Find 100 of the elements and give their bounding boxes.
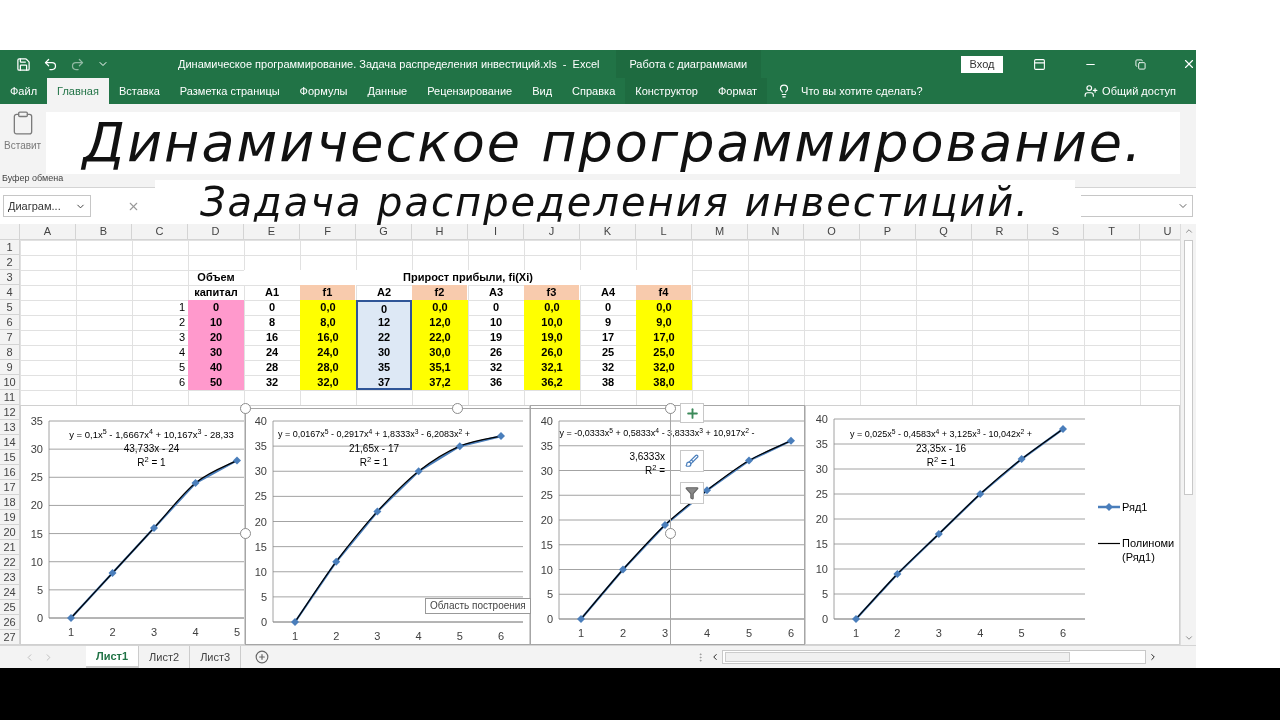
column-header[interactable]: F <box>300 224 356 240</box>
column-header[interactable]: K <box>580 224 636 240</box>
undo-icon[interactable] <box>43 56 58 72</box>
table-cell-text: 6 <box>177 375 186 390</box>
row-header[interactable]: 6 <box>0 315 20 330</box>
selection-handle[interactable] <box>452 403 463 414</box>
column-header[interactable]: Q <box>916 224 972 240</box>
sheet-tab[interactable]: Лист1 <box>86 646 140 668</box>
row-header[interactable]: 18 <box>0 495 20 510</box>
column-header[interactable]: G <box>356 224 412 240</box>
selection-handle[interactable] <box>240 403 251 414</box>
selection-handle[interactable] <box>665 528 676 539</box>
row-header[interactable]: 8 <box>0 345 20 360</box>
ribbon-tab[interactable]: Рецензирование <box>417 78 523 104</box>
column-header[interactable]: S <box>1028 224 1084 240</box>
chart[interactable]: 0 5 10 15 20 25 30 35 40 1 2 3 4 5 6 y = 0,025x$^{5}$ - 0,4583x$^{4}$ + 3,125x$^{3}$ - 10,042x$^{2}$ + 23,35x - 16 R$^{2}$ = 1 Ряд1 Полиноми (Ряд1) <box>805 405 1180 645</box>
ribbon-tab[interactable]: Конструктор <box>625 78 708 104</box>
column-header[interactable]: N <box>748 224 804 240</box>
column-header[interactable]: T <box>1084 224 1140 240</box>
ribbon-tab[interactable]: Справка <box>562 78 626 104</box>
save-icon[interactable] <box>16 56 31 72</box>
chart-style-button[interactable] <box>680 450 704 472</box>
ribbon-tab[interactable]: Разметка страницы <box>169 78 290 104</box>
chart[interactable]: 0 5 10 15 20 25 30 35 40 1 2 3 4 5 6 y = -0,0333x$^{5}$ + 0,5833x$^{4}$ - 3,8333x$^{3}$ + 10,917x$^{2}$ - 3,6333x R$^{2}$ = <box>530 405 805 645</box>
column-header[interactable]: R <box>972 224 1028 240</box>
ribbon-display-icon[interactable] <box>1033 57 1046 71</box>
ribbon-tab[interactable]: Формат <box>707 78 768 104</box>
scroll-thumb[interactable] <box>725 652 1071 662</box>
ribbon-tab[interactable]: Вставка <box>108 78 170 104</box>
tell-me-field[interactable]: Что вы хотите сделать? <box>801 82 923 100</box>
row-header[interactable]: 25 <box>0 600 20 615</box>
ribbon-tab[interactable]: Вид <box>522 78 563 104</box>
formula-field[interactable] <box>1081 195 1193 217</box>
row-header[interactable]: 7 <box>0 330 20 345</box>
axis-label: 25 <box>254 490 267 503</box>
row-header[interactable]: 4 <box>0 285 20 300</box>
scroll-up-icon[interactable] <box>1183 226 1194 236</box>
row-header[interactable]: 23 <box>0 570 20 585</box>
axis-label: 35 <box>815 438 828 450</box>
row-header[interactable]: 21 <box>0 540 20 555</box>
row-header[interactable]: 24 <box>0 585 20 600</box>
row-header[interactable]: 9 <box>0 360 20 375</box>
row-header[interactable]: 15 <box>0 450 20 465</box>
scroll-thumb[interactable] <box>1184 240 1193 495</box>
column-header[interactable]: J <box>524 224 580 240</box>
column-header[interactable]: D <box>188 224 244 240</box>
row-header[interactable]: 3 <box>0 270 20 285</box>
row-header[interactable]: 17 <box>0 480 20 495</box>
row-header[interactable]: 10 <box>0 375 20 390</box>
table-cell: f1 <box>300 285 356 300</box>
row-header[interactable]: 13 <box>0 420 20 435</box>
table-cell: 38,0 <box>636 375 692 390</box>
row-header[interactable]: 14 <box>0 435 20 450</box>
row-header[interactable]: 27 <box>0 630 20 645</box>
restore-icon[interactable] <box>1135 58 1146 70</box>
name-box[interactable]: Диаграм... <box>3 195 91 217</box>
r-squared: R$^{2}$ = 1 <box>359 456 389 470</box>
chart[interactable]: 0 5 10 15 20 25 30 35 1 2 3 4 5 y = 0,1x$^{5}$ - 1,6667x$^{4}$ + 10,167x$^{3}$ - 28,33 43,733x - 24 R$^{2}$ = 1 <box>20 405 245 645</box>
column-header[interactable]: O <box>804 224 860 240</box>
selection-handle[interactable] <box>665 403 676 414</box>
table-cell: 26,0 <box>524 345 580 360</box>
add-element-button[interactable] <box>680 403 704 423</box>
add-sheet-icon[interactable] <box>255 650 270 664</box>
row-header[interactable]: 11 <box>0 390 20 405</box>
column-header[interactable]: H <box>412 224 468 240</box>
person-add-icon[interactable] <box>1084 84 1099 98</box>
close-icon[interactable] <box>1182 57 1196 71</box>
row-header[interactable]: 1 <box>0 240 20 255</box>
row-header[interactable]: 19 <box>0 510 20 525</box>
row-header[interactable]: 26 <box>0 615 20 630</box>
axis-label: 10 <box>540 563 553 576</box>
column-header[interactable]: I <box>468 224 524 240</box>
column-header[interactable]: U <box>1140 224 1180 240</box>
column-header[interactable]: E <box>244 224 300 240</box>
column-header[interactable]: M <box>692 224 748 240</box>
paste-label[interactable]: Вставит <box>4 138 42 153</box>
sign-in-button[interactable]: Вход <box>961 55 1003 73</box>
axis-label: 2 <box>109 626 116 638</box>
column-header[interactable]: L <box>636 224 692 240</box>
column-header[interactable]: C <box>132 224 188 240</box>
row-header[interactable]: 12 <box>0 405 20 420</box>
row-header[interactable]: 22 <box>0 555 20 570</box>
selection-handle[interactable] <box>240 528 251 539</box>
column-header[interactable]: A <box>20 224 76 240</box>
horizontal-scrollbar[interactable] <box>722 650 1147 664</box>
ribbon-tab[interactable]: Данные <box>357 78 418 104</box>
ribbon-tab[interactable]: Формулы <box>289 78 358 104</box>
row-header[interactable]: 5 <box>0 300 20 315</box>
chart-filter-button[interactable] <box>680 482 704 504</box>
scroll-down-icon[interactable] <box>1183 633 1194 643</box>
row-header[interactable]: 20 <box>0 525 20 540</box>
row-header[interactable]: 16 <box>0 465 20 480</box>
vertical-scrollbar[interactable] <box>1180 224 1196 645</box>
ribbon-tab[interactable]: Файл <box>0 78 48 104</box>
table-cell: Прирост прибыли, fi(Xi) <box>244 270 692 285</box>
ribbon-tab[interactable]: Главная <box>47 78 109 104</box>
column-header[interactable]: P <box>860 224 916 240</box>
row-header[interactable]: 2 <box>0 255 20 270</box>
share-button[interactable]: Общий доступ <box>1102 82 1176 100</box>
column-header[interactable]: B <box>76 224 132 240</box>
